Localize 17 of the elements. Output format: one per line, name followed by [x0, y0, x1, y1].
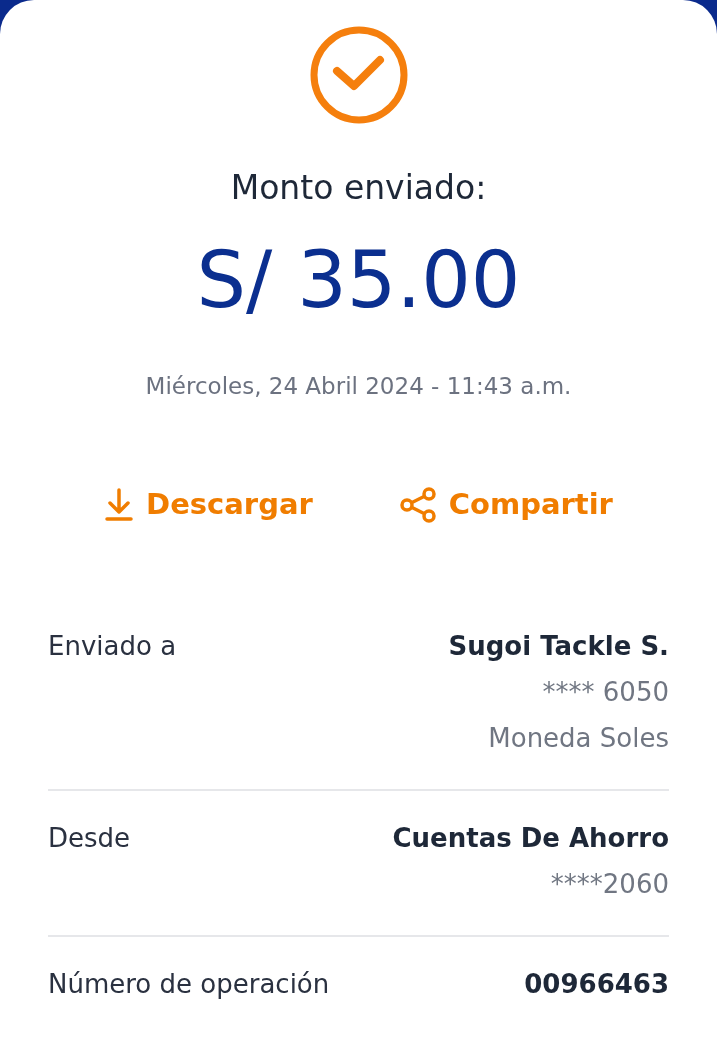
title: Monto enviado: [229, 167, 488, 209]
detail-label: Enviado a [48, 629, 177, 663]
share-icon [398, 486, 437, 523]
detail-value: 00966463 [524, 967, 669, 1001]
download-button[interactable]: Descargar [104, 483, 313, 527]
detail-value: Cuentas De Ahorro [392, 821, 669, 855]
detail-value: Sugoi Tackle S. [448, 629, 669, 663]
amount: S/ 35.00 [195, 240, 522, 319]
date-time: Miércoles, 24 Abril 2024 - 11:43 a.m. [144, 371, 573, 401]
detail-value: Moneda Soles [488, 721, 669, 755]
share-button[interactable]: Compartir [398, 483, 613, 527]
download-icon [104, 487, 135, 522]
detail-value: **** 6050 [542, 675, 669, 709]
success-check-icon [308, 25, 409, 125]
detail-label: Número de operación [48, 967, 330, 1001]
detail-label: Desde [48, 821, 131, 855]
detail-value: ****2060 [550, 867, 669, 901]
